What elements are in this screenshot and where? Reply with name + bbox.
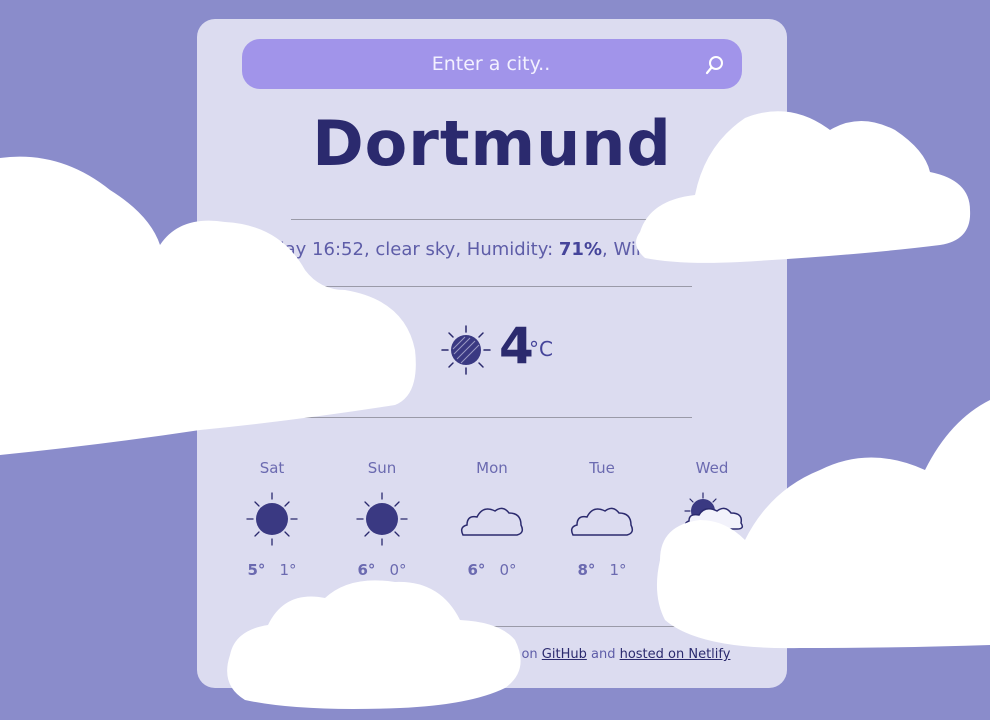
city-search-input[interactable]: [242, 39, 682, 89]
divider: [291, 626, 692, 627]
search-icon[interactable]: [704, 54, 726, 76]
forecast-day-name: Mon: [476, 459, 508, 477]
divider: [291, 417, 692, 418]
github-link[interactable]: GitHub: [542, 647, 587, 662]
forecast-max: 6°: [467, 561, 486, 579]
forecast-day: Sun 6° 0°: [327, 459, 437, 579]
wind-value: 3.6 km/h: [670, 239, 759, 260]
footer-prefix: Project coded by: [253, 647, 362, 662]
forecast-day-name: Tue: [589, 459, 615, 477]
sun-icon: [441, 325, 491, 375]
footer-and: and: [590, 647, 616, 662]
forecast-day: Tue 8° 1°: [547, 459, 657, 579]
cloud-icon: [570, 507, 634, 536]
forecast-min: 1°: [609, 561, 627, 579]
humidity-label: Humidity:: [466, 239, 554, 260]
forecast-max: 7°: [687, 561, 706, 579]
forecast-temps: 7° 3°: [657, 561, 767, 579]
search-bar: [242, 39, 742, 89]
divider: [291, 286, 692, 287]
sun-icon: [356, 492, 408, 546]
forecast-day-name: Sun: [367, 459, 397, 477]
forecast-temps: 8° 1°: [547, 561, 657, 579]
forecast-day: Wed 7° 3°: [657, 459, 767, 579]
forecast: Sat 5° 1° Sun 6° 0° Mon 6° 0° Tue 8° 1° …: [217, 459, 767, 609]
forecast-min: 0°: [499, 561, 517, 579]
forecast-temps: 6° 0°: [437, 561, 547, 579]
forecast-day-name: Sat: [259, 459, 285, 477]
forecast-max: 5°: [247, 561, 266, 579]
author-link[interactable]: Jessica Boos: [366, 647, 446, 662]
footer-middle: , published on: [445, 647, 538, 662]
rain-cloud-sun-icon: [684, 492, 744, 544]
sun-icon: [246, 492, 298, 546]
weather-description: clear sky: [375, 239, 456, 260]
forecast-min: 1°: [279, 561, 297, 579]
netlify-link[interactable]: hosted on Netlify: [620, 647, 731, 662]
forecast-day-name: Wed: [695, 459, 729, 477]
forecast-day: Sat 5° 1°: [217, 459, 327, 579]
cloud-icon: [460, 507, 524, 536]
wind-label: Wind:: [613, 239, 665, 260]
humidity-value: 71%: [558, 239, 602, 260]
forecast-max: 6°: [357, 561, 376, 579]
weather-details: Saturday 16:52, clear sky, Humidity: 71%…: [225, 239, 759, 260]
forecast-temps: 5° 1°: [217, 561, 327, 579]
forecast-min: 0°: [389, 561, 407, 579]
temperature-unit[interactable]: °C: [529, 337, 553, 361]
footer: Project coded by Jessica Boos, published…: [197, 647, 787, 662]
forecast-max: 8°: [577, 561, 596, 579]
divider: [291, 219, 692, 220]
day-time: Saturday 16:52: [225, 239, 364, 260]
city-name: Dortmund: [312, 107, 672, 180]
forecast-min: 3°: [719, 561, 737, 579]
forecast-day: Mon 6° 0°: [437, 459, 547, 579]
weather-card: Dortmund Saturday 16:52, clear sky, Humi…: [197, 19, 787, 688]
forecast-temps: 6° 0°: [327, 561, 437, 579]
